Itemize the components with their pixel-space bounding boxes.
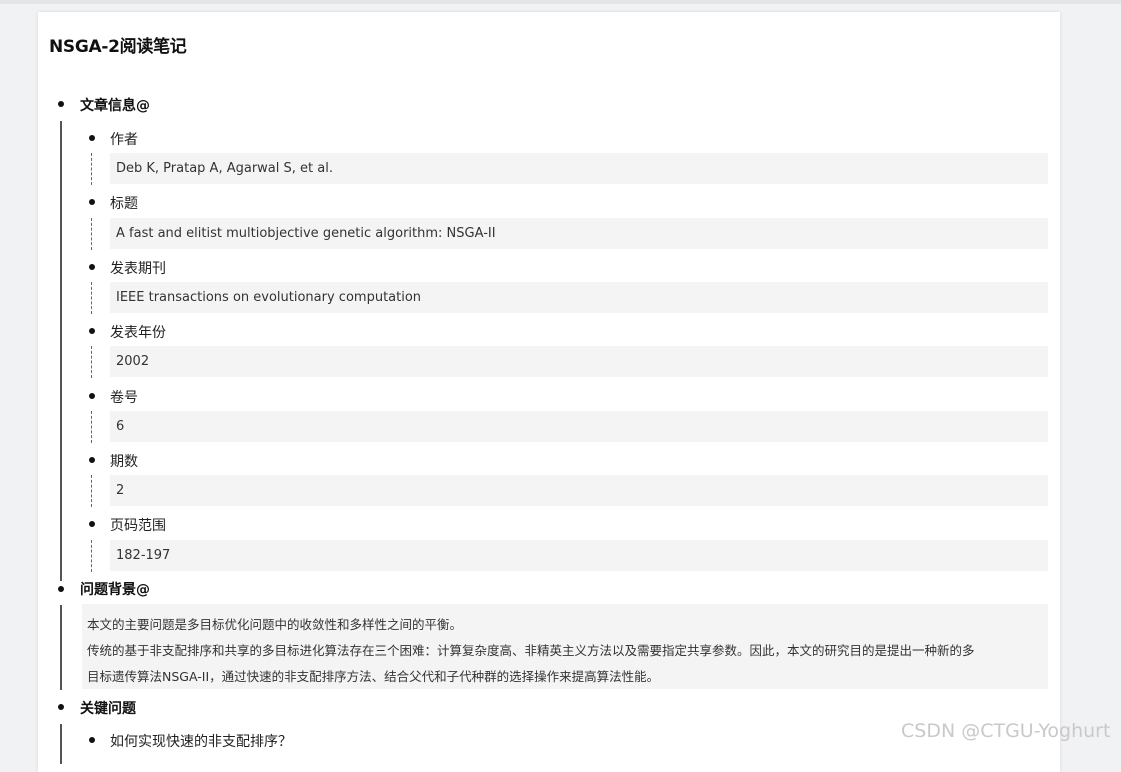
- field-value-year: 2002: [116, 354, 150, 369]
- field-rail: [91, 346, 92, 378]
- field-rail: [91, 282, 92, 314]
- section-rail: [60, 724, 62, 764]
- field-label-pages: 页码范围: [110, 518, 166, 534]
- bullet-field: [89, 457, 95, 463]
- field-value-box: 6: [110, 411, 1048, 442]
- field-label-title: 标题: [110, 196, 138, 212]
- top-border: [0, 0, 1121, 4]
- bullet-field: [89, 328, 95, 334]
- field-value-title: A fast and elitist multiobjective geneti…: [116, 226, 496, 241]
- section-heading-background: 问题背景@: [80, 582, 150, 598]
- section-rail: [60, 605, 62, 690]
- section-heading-article-info: 文章信息@: [80, 98, 150, 114]
- field-label-year: 发表年份: [110, 325, 166, 341]
- field-value-pages: 182-197: [116, 548, 171, 563]
- field-rail: [91, 153, 92, 185]
- background-paragraph-box: 本文的主要问题是多目标优化问题中的收敛性和多样性之间的平衡。 传统的基于非支配排…: [82, 604, 1048, 689]
- background-line: 目标遗传算法NSGA-II，通过快速的非支配排序方法、结合父代和子代种群的选择操…: [87, 669, 660, 684]
- bullet-field: [89, 264, 95, 270]
- bullet-key-questions: [58, 704, 64, 710]
- csdn-watermark: CSDN @CTGU-Yoghurt: [901, 720, 1111, 742]
- field-value-journal: IEEE transactions on evolutionary comput…: [116, 290, 422, 305]
- field-value-box: 2: [110, 475, 1048, 506]
- field-value-author: Deb K, Pratap A, Agarwal S, et al.: [116, 161, 333, 176]
- section-rail: [60, 121, 62, 581]
- field-rail: [91, 218, 92, 250]
- field-value-box: 182-197: [110, 540, 1048, 571]
- bullet-field: [89, 393, 95, 399]
- field-value-box: 2002: [110, 346, 1048, 377]
- field-label-journal: 发表期刊: [110, 261, 166, 277]
- section-heading-key-questions: 关键问题: [80, 701, 136, 717]
- bullet-field: [89, 135, 95, 141]
- field-label-volume: 卷号: [110, 390, 138, 406]
- bullet-article-info: [58, 101, 64, 107]
- field-value-box: IEEE transactions on evolutionary comput…: [110, 282, 1048, 313]
- field-value-box: A fast and elitist multiobjective geneti…: [110, 218, 1048, 249]
- field-value-volume: 6: [116, 419, 125, 434]
- field-rail: [91, 411, 92, 443]
- background-line: 本文的主要问题是多目标优化问题中的收敛性和多样性之间的平衡。: [87, 617, 463, 632]
- key-question-item: 如何实现快速的非支配排序？: [110, 734, 292, 750]
- field-label-author: 作者: [110, 132, 138, 148]
- page-title: NSGA-2阅读笔记: [49, 37, 187, 57]
- bullet-question: [89, 737, 95, 743]
- background-line: 传统的基于非支配排序和共享的多目标进化算法存在三个困难：计算复杂度高、非精英主义…: [87, 643, 975, 658]
- field-value-box: Deb K, Pratap A, Agarwal S, et al.: [110, 153, 1048, 184]
- field-label-issue: 期数: [110, 454, 138, 470]
- bullet-field: [89, 521, 95, 527]
- field-rail: [91, 540, 92, 572]
- bullet-field: [89, 199, 95, 205]
- bullet-background: [58, 586, 64, 592]
- field-value-issue: 2: [116, 483, 125, 498]
- document-page: NSGA-2阅读笔记 文章信息@ 作者 Deb K, Pratap A, Aga…: [38, 12, 1060, 772]
- field-rail: [91, 475, 92, 507]
